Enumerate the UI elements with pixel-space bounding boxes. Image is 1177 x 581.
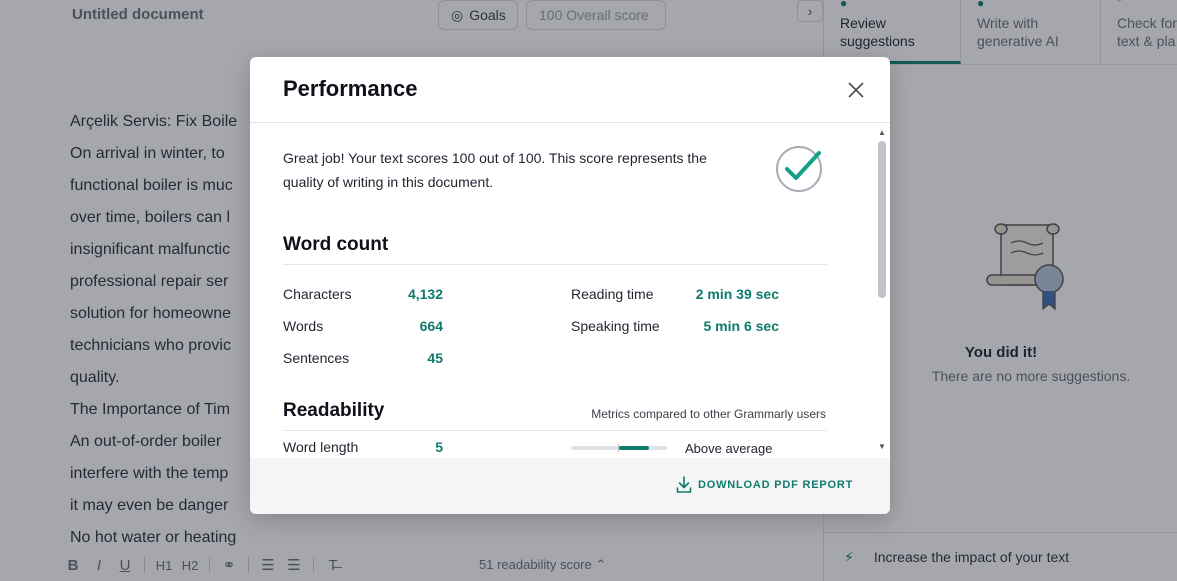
word-length-value: 5 [435, 439, 443, 455]
sentences-label: Sentences [283, 350, 350, 366]
word-length-bar-fill [619, 446, 649, 450]
scroll-thumb[interactable] [878, 141, 886, 298]
word-length-bar [571, 444, 667, 452]
readability-title: Readability [283, 400, 385, 421]
reading-time-label: Reading time [571, 286, 654, 302]
characters-value: 4,132 [407, 286, 443, 302]
words-value: 664 [419, 318, 443, 334]
sentences-value: 45 [427, 350, 443, 366]
dialog-footer: DOWNLOAD PDF REPORT [250, 458, 890, 514]
speaking-time-value: 5 min 6 sec [703, 318, 780, 334]
scroll-down-icon[interactable]: ▼ [878, 442, 886, 451]
word-count-title: Word count [283, 234, 389, 255]
section-divider [283, 430, 827, 431]
word-length-label: Word length [283, 439, 359, 455]
dialog-content[interactable]: Great job! Your text scores 100 out of 1… [250, 124, 890, 458]
download-pdf-button[interactable]: DOWNLOAD PDF REPORT [676, 476, 853, 494]
score-summary: Great job! Your text scores 100 out of 1… [283, 150, 707, 190]
section-divider [283, 264, 827, 265]
checkmark-circle-icon [776, 146, 822, 192]
dialog-scrollbar[interactable]: ▲ ▼ [875, 124, 889, 458]
word-length-verdict: Above average [685, 441, 773, 456]
dialog-title: Performance [283, 76, 418, 101]
characters-label: Characters [283, 286, 352, 302]
average-marker [618, 444, 619, 452]
words-label: Words [283, 318, 324, 334]
reading-time-value: 2 min 39 sec [695, 286, 779, 302]
dialog-header: Performance [250, 57, 890, 123]
speaking-time-label: Speaking time [571, 318, 660, 334]
scroll-up-icon[interactable]: ▲ [878, 128, 886, 137]
download-icon [676, 476, 692, 493]
close-icon[interactable] [846, 80, 866, 100]
download-label: DOWNLOAD PDF REPORT [698, 479, 854, 491]
compare-note: Metrics compared to other Grammarly user… [591, 407, 826, 421]
performance-dialog: Performance Great job! Your text scores … [250, 57, 890, 514]
